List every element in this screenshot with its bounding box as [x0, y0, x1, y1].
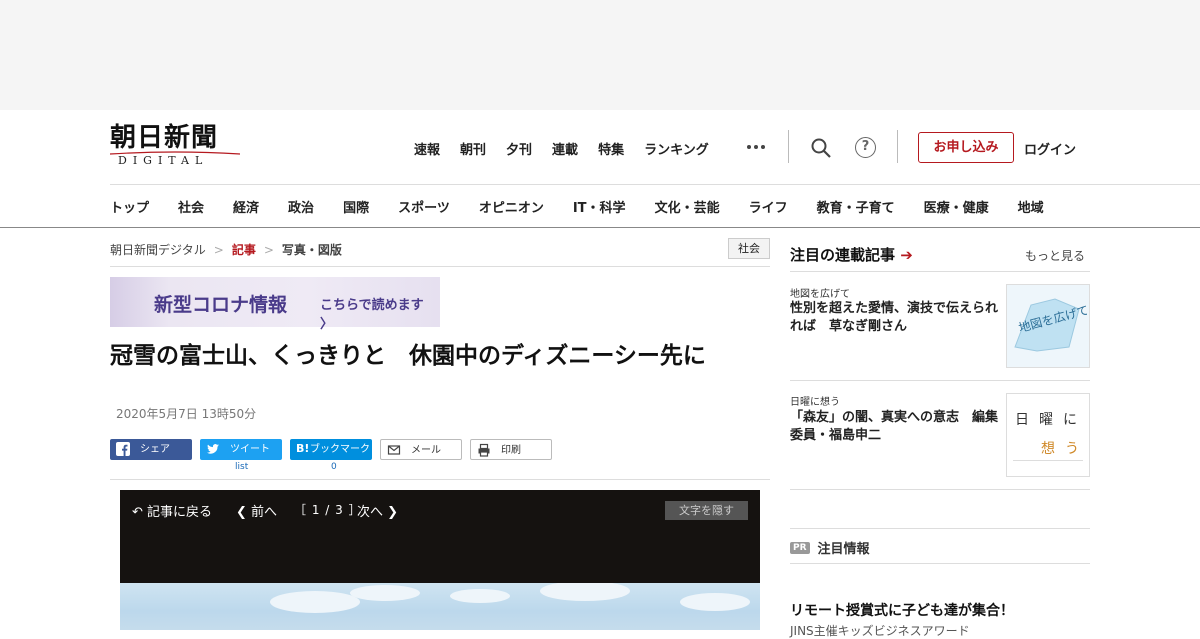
divider [790, 380, 1090, 381]
divider [790, 528, 1090, 529]
series-thumbnail[interactable]: 日曜に 想う [1006, 393, 1090, 477]
promo-subtitle[interactable]: JINS主催キッズビジネスアワード [790, 622, 970, 639]
category-item[interactable]: 社会 [178, 197, 204, 216]
prev-photo-button[interactable]: ❮ 前へ [236, 501, 277, 520]
category-item[interactable]: IT・科学 [573, 197, 626, 216]
category-item[interactable]: 医療・健康 [924, 197, 989, 216]
login-link[interactable]: ログイン [1024, 139, 1076, 158]
top-nav-item[interactable]: 速報 [414, 139, 440, 158]
hatena-icon: B! [296, 442, 310, 455]
subscribe-button[interactable]: お申し込み [918, 132, 1014, 163]
category-item[interactable]: 政治 [288, 197, 314, 216]
category-item[interactable]: 地域 [1018, 197, 1044, 216]
sidebar-heading[interactable]: 注目の連載記事 ➔ [790, 244, 913, 265]
article-title: 冠雪の富士山、くっきりと 休園中のディズニーシー先に [110, 343, 706, 369]
breadcrumb: 朝日新聞デジタル > 記事 > 写真・図版 [110, 241, 342, 258]
breadcrumb-current: 写真・図版 [281, 243, 342, 257]
category-item[interactable]: ライフ [749, 197, 788, 216]
top-nav: 速報 朝刊 夕刊 連載 特集 ランキング [414, 139, 729, 158]
map-illustration-icon: 地図を広げて [1014, 298, 1090, 352]
category-tag[interactable]: 社会 [728, 238, 770, 259]
search-icon[interactable] [810, 137, 832, 159]
print-button[interactable]: 印刷 [470, 439, 552, 460]
chevron-right-icon: 〉 [320, 317, 334, 332]
photo-pager: ［ 1 / 3 ］ [294, 503, 362, 517]
back-to-article-button[interactable]: ↶ 記事に戻る [132, 501, 212, 520]
category-item[interactable]: 国際 [343, 197, 369, 216]
next-photo-button[interactable]: 次へ ❯ [357, 501, 398, 520]
series-title[interactable]: 「森友」の闇、真実への意志 編集委員・福島申二 [790, 409, 1002, 445]
mail-share-button[interactable]: メール [380, 439, 462, 460]
logo-kanji: 朝日新聞 [110, 123, 219, 153]
promo-title[interactable]: リモート授賞式に子ども達が集合！ [790, 600, 1014, 620]
chevron-right-icon: ❯ [387, 505, 399, 520]
divider [897, 130, 898, 163]
corona-info-banner[interactable]: 新型コロナ情報 こちらで読めます 〉 [110, 277, 440, 332]
help-icon[interactable]: ? [855, 137, 876, 158]
divider [790, 563, 1090, 564]
see-more-link[interactable]: もっと見る [1025, 247, 1085, 264]
site-header: 朝日新聞 DIGITAL 速報 朝刊 夕刊 連載 特集 ランキング ? お申し込… [0, 110, 1200, 228]
divider [110, 266, 770, 267]
category-item[interactable]: 経済 [233, 197, 259, 216]
category-item[interactable]: オピニオン [479, 197, 544, 216]
twitter-count[interactable]: list [235, 462, 248, 472]
pr-badge: PR [790, 541, 810, 554]
twitter-icon [207, 444, 219, 454]
facebook-icon [116, 442, 130, 456]
top-nav-item[interactable]: ランキング [644, 139, 709, 158]
hatena-count[interactable]: 0 [331, 462, 337, 472]
top-nav-item[interactable]: 夕刊 [506, 139, 532, 158]
ad-banner-area [0, 0, 1200, 110]
facebook-share-button[interactable]: シェア [110, 439, 192, 460]
header-divider [110, 184, 1200, 185]
thumb-text: 想う [1041, 441, 1089, 457]
category-item[interactable]: スポーツ [398, 197, 450, 216]
top-nav-item[interactable]: 朝刊 [460, 139, 486, 158]
pr-heading: 注目情報 [817, 542, 870, 557]
breadcrumb-article[interactable]: 記事 [232, 243, 256, 257]
site-logo[interactable]: 朝日新聞 DIGITAL [110, 124, 242, 170]
banner-link: こちらで読めます 〉 [320, 298, 424, 332]
series-category[interactable]: 日曜に想う [790, 393, 840, 408]
hatena-bookmark-button[interactable]: B! ブックマーク [290, 439, 372, 460]
category-item[interactable]: 教育・子育て [817, 197, 895, 216]
article-photo[interactable] [120, 583, 760, 630]
top-nav-item[interactable]: 特集 [598, 139, 624, 158]
divider [110, 479, 770, 480]
banner-title: 新型コロナ情報 [154, 294, 288, 316]
logo-sub: DIGITAL [118, 154, 209, 167]
series-thumbnail[interactable]: 地図を広げて [1006, 284, 1090, 368]
hide-text-button[interactable]: 文字を隠す [665, 501, 748, 520]
divider [790, 271, 1090, 272]
pr-section-header: PR 注目情報 [790, 538, 870, 557]
top-nav-item[interactable]: 連載 [552, 139, 578, 158]
breadcrumb-home[interactable]: 朝日新聞デジタル [110, 243, 206, 257]
series-category[interactable]: 地図を広げて [790, 285, 850, 300]
series-title[interactable]: 性別を超えた愛情、演技で伝えられれば 草なぎ剛さん [790, 300, 1002, 336]
return-arrow-icon: ↶ [132, 505, 143, 520]
chevron-left-icon: ❮ [236, 505, 247, 520]
category-item[interactable]: トップ [110, 197, 149, 216]
mail-icon [387, 445, 401, 455]
more-menu-icon[interactable] [747, 140, 765, 154]
divider [790, 489, 1090, 490]
print-icon [478, 443, 490, 457]
twitter-share-button[interactable]: ツイート [200, 439, 282, 460]
breadcrumb-separator: > [263, 243, 274, 257]
breadcrumb-separator: > [213, 243, 224, 257]
thumb-text: 日曜に [1015, 412, 1087, 428]
arrow-right-icon: ➔ [900, 246, 913, 264]
photo-viewer-bar: ↶ 記事に戻る ❮ 前へ ［ 1 / 3 ］ 次へ ❯ 文字を隠す [120, 490, 760, 583]
category-item[interactable]: 文化・芸能 [655, 197, 720, 216]
article-date: 2020年5月7日 13時50分 [116, 407, 257, 421]
divider [788, 130, 789, 163]
category-nav: トップ 社会 経済 政治 国際 スポーツ オピニオン IT・科学 文化・芸能 ラ… [110, 197, 1073, 216]
